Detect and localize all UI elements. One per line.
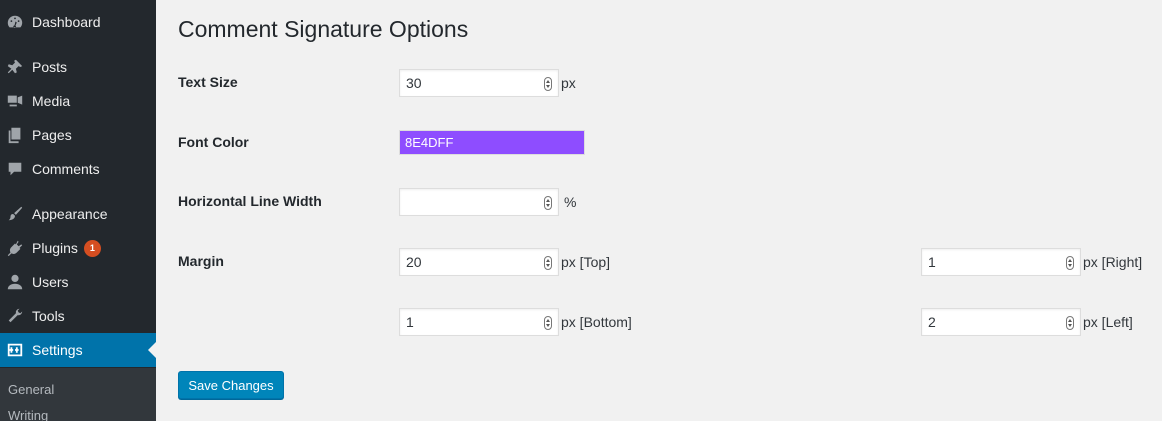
- margin-top-value: 20: [406, 254, 422, 270]
- text-size-value: 30: [406, 75, 422, 91]
- margin-left-value: 2: [928, 314, 936, 330]
- menu-item-dashboard[interactable]: Dashboard: [0, 5, 156, 39]
- spinner-icon[interactable]: [544, 196, 552, 210]
- margin-left-unit: px [Left]: [1083, 314, 1133, 330]
- pages-icon: [5, 125, 25, 145]
- update-count-badge: 1: [83, 239, 101, 257]
- comment-icon: [5, 159, 25, 179]
- menu-item-comments[interactable]: Comments: [0, 152, 156, 186]
- menu-item-posts[interactable]: Posts: [0, 50, 156, 84]
- submenu-item-general[interactable]: General: [8, 382, 54, 397]
- dashboard-icon: [5, 12, 25, 32]
- text-size-input[interactable]: 30: [399, 69, 559, 97]
- pin-icon: [5, 57, 25, 77]
- user-icon: [5, 272, 25, 292]
- spinner-icon[interactable]: [544, 316, 552, 330]
- menu-label: Plugins: [32, 240, 78, 256]
- menu-item-media[interactable]: Media: [0, 84, 156, 118]
- menu-label: Media: [32, 93, 71, 109]
- menu-item-plugins[interactable]: Plugins 1: [0, 231, 156, 265]
- menu-item-settings[interactable]: Settings: [0, 333, 156, 367]
- menu-label: Comments: [32, 161, 100, 177]
- line-width-label: Horizontal Line Width: [178, 193, 322, 209]
- menu-item-appearance[interactable]: Appearance: [0, 197, 156, 231]
- menu-label: Dashboard: [32, 14, 101, 30]
- margin-top-unit: px [Top]: [561, 254, 611, 270]
- admin-sidebar: Dashboard Posts Media Pages Comments App…: [0, 0, 156, 421]
- menu-label: Appearance: [32, 206, 108, 222]
- text-size-label: Text Size: [178, 74, 238, 90]
- media-icon: [5, 91, 25, 111]
- line-width-unit: %: [564, 194, 577, 210]
- menu-item-pages[interactable]: Pages: [0, 118, 156, 152]
- margin-right-value: 1: [928, 254, 936, 270]
- spinner-icon[interactable]: [1066, 316, 1074, 330]
- margin-bottom-unit: px [Bottom]: [561, 314, 632, 330]
- spinner-icon[interactable]: [544, 256, 552, 270]
- spinner-icon[interactable]: [1066, 256, 1074, 270]
- margin-right-unit: px [Right]: [1083, 254, 1143, 270]
- spinner-icon[interactable]: [544, 77, 552, 91]
- plug-icon: [5, 238, 25, 258]
- menu-label: Posts: [32, 59, 68, 75]
- line-width-input[interactable]: [399, 188, 559, 216]
- menu-label: Users: [32, 274, 69, 290]
- margin-bottom-value: 1: [406, 314, 414, 330]
- brush-icon: [5, 204, 25, 224]
- wrench-icon: [5, 306, 25, 326]
- settings-icon: [5, 340, 25, 360]
- margin-top-input[interactable]: 20: [399, 248, 559, 276]
- font-color-value: 8E4DFF: [405, 135, 454, 150]
- margin-left-input[interactable]: 2: [921, 308, 1081, 336]
- margin-label: Margin: [178, 253, 224, 269]
- menu-item-users[interactable]: Users: [0, 265, 156, 299]
- save-changes-button[interactable]: Save Changes: [178, 371, 284, 399]
- text-size-unit: px: [561, 75, 576, 91]
- margin-bottom-input[interactable]: 1: [399, 308, 559, 336]
- menu-label: Settings: [32, 342, 83, 358]
- menu-label: Tools: [32, 308, 65, 324]
- font-color-label: Font Color: [178, 134, 249, 150]
- menu-item-tools[interactable]: Tools: [0, 299, 156, 333]
- submenu-item-writing[interactable]: Writing: [8, 408, 48, 421]
- margin-right-input[interactable]: 1: [921, 248, 1081, 276]
- font-color-input[interactable]: 8E4DFF: [399, 130, 585, 155]
- page-title: Comment Signature Options: [178, 16, 469, 42]
- settings-submenu: General Writing: [0, 368, 156, 421]
- menu-label: Pages: [32, 127, 72, 143]
